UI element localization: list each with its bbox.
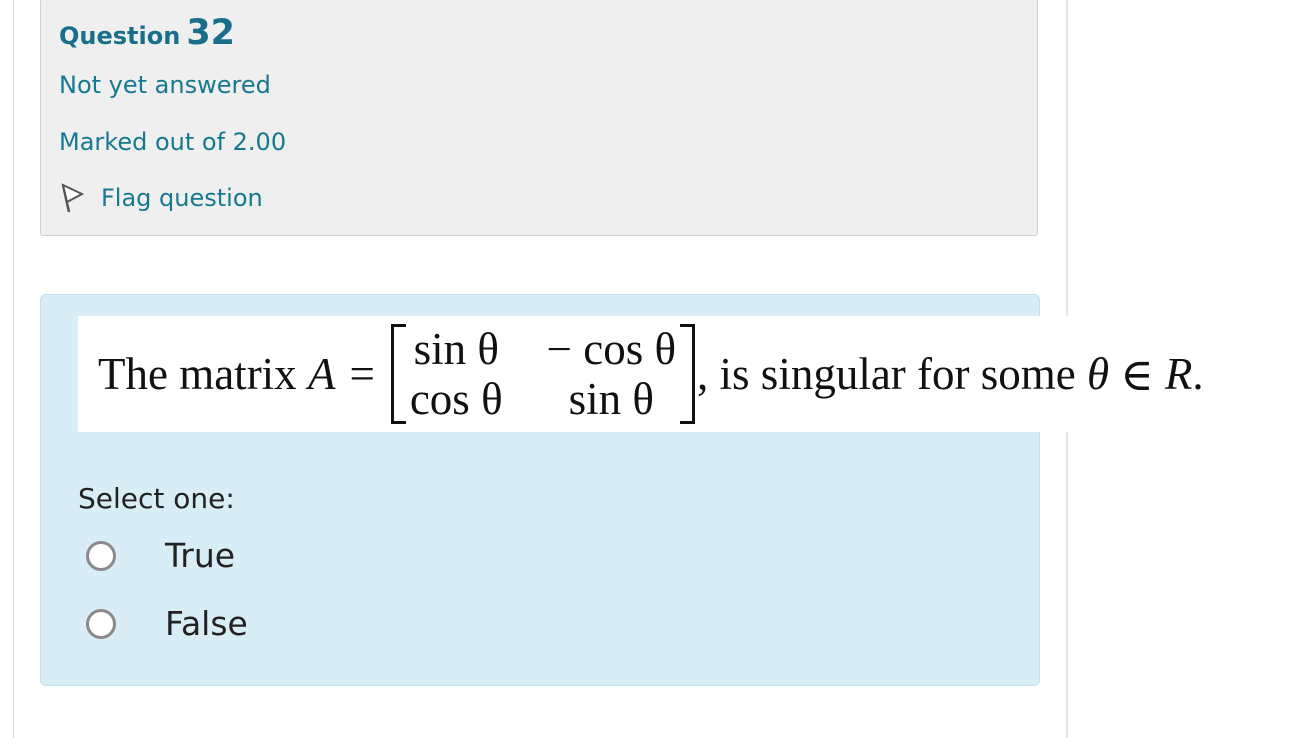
matrix-left-bracket bbox=[390, 324, 406, 424]
matrix-right-bracket bbox=[680, 324, 696, 424]
question-formula: The matrix A = sin θ − cos θ cos θ sin θ … bbox=[98, 316, 1204, 432]
matrix-entries: sin θ − cos θ cos θ sin θ bbox=[406, 324, 680, 424]
qtext-theta: θ bbox=[1087, 349, 1110, 399]
matrix-cell: sin θ bbox=[568, 374, 654, 424]
answer-option-label[interactable]: False bbox=[165, 604, 248, 643]
answer-option-label[interactable]: True bbox=[165, 536, 235, 575]
qtext-prefix: The matrix bbox=[98, 349, 297, 399]
question-text: The matrix A = sin θ − cos θ cos θ sin θ … bbox=[78, 316, 1290, 432]
qtext-element-of: ∈ bbox=[1109, 349, 1165, 400]
matrix-cell: cos θ bbox=[409, 374, 503, 424]
matrix-cell: sin θ bbox=[413, 324, 499, 374]
quiz-page: Question 32 Not yet answered Marked out o… bbox=[0, 0, 1290, 738]
select-one-prompt: Select one: bbox=[78, 482, 235, 515]
answer-option-true[interactable]: True bbox=[86, 536, 235, 575]
qtext-equals: = bbox=[349, 349, 375, 399]
flag-icon bbox=[61, 183, 85, 213]
flag-question-link[interactable]: Flag question bbox=[59, 182, 263, 214]
question-number: 32 bbox=[186, 13, 236, 53]
matrix-cell: − cos θ bbox=[546, 324, 677, 374]
matrix: sin θ − cos θ cos θ sin θ bbox=[390, 324, 696, 424]
question-title: Question 32 bbox=[59, 13, 235, 53]
qtext-suffix: , is singular for some bbox=[697, 349, 1087, 399]
answer-option-false[interactable]: False bbox=[86, 604, 248, 643]
left-border bbox=[13, 0, 14, 738]
qtext-set: R bbox=[1164, 349, 1193, 399]
qtext-period: . bbox=[1192, 349, 1204, 399]
question-info: Question 32 Not yet answered Marked out o… bbox=[40, 0, 1038, 236]
radio-icon[interactable] bbox=[86, 608, 116, 639]
radio-icon[interactable] bbox=[86, 540, 116, 571]
question-grade: Marked out of 2.00 bbox=[59, 128, 287, 156]
flag-question-label: Flag question bbox=[101, 184, 263, 212]
question-state: Not yet answered bbox=[59, 71, 271, 99]
qtext-variable: A bbox=[307, 349, 336, 399]
question-label: Question bbox=[59, 22, 181, 50]
